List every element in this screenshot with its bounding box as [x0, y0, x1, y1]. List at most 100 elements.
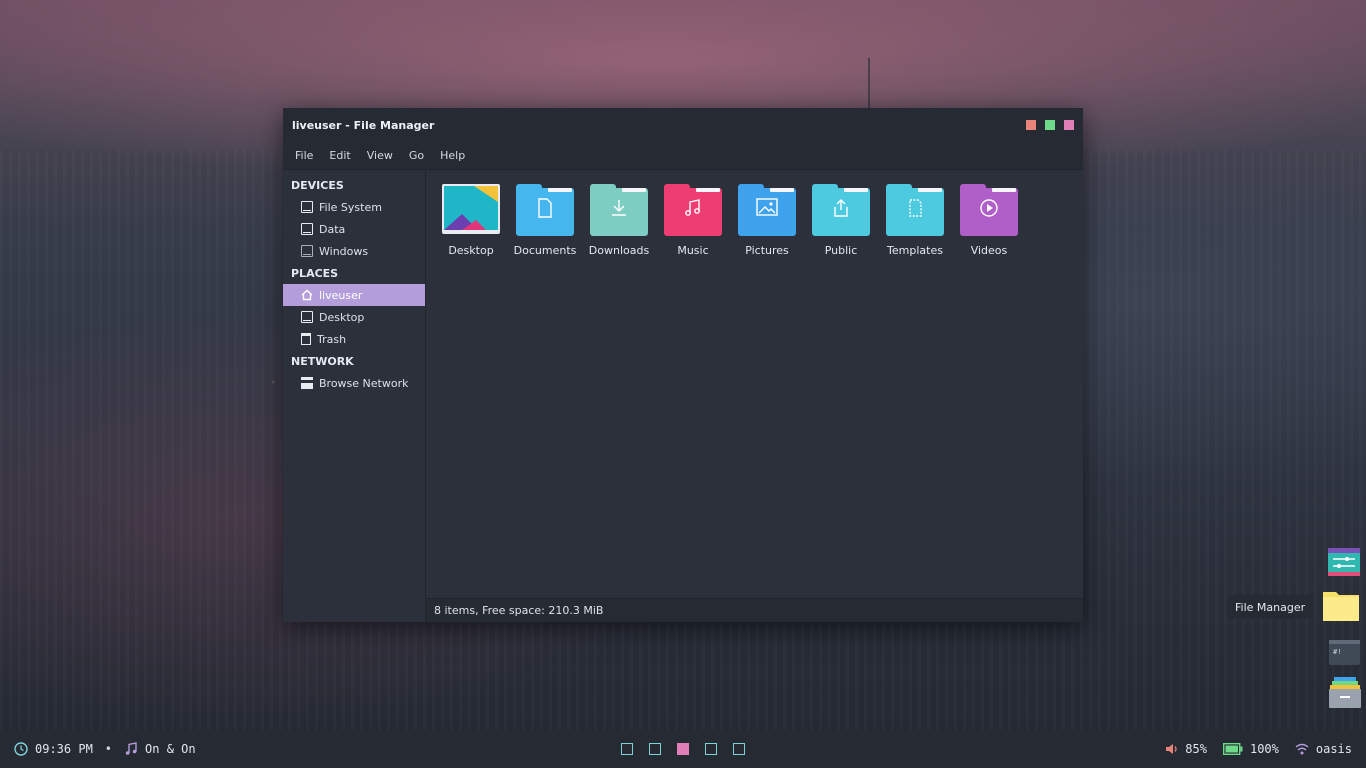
- close-button[interactable]: [1064, 120, 1074, 130]
- music-icon: [124, 742, 138, 756]
- workspace-4[interactable]: [705, 743, 717, 755]
- folder-icon: [886, 184, 944, 236]
- folder-videos[interactable]: Videos: [952, 184, 1026, 257]
- sidebar-item-label: liveuser: [319, 288, 363, 302]
- folder-icon: [812, 184, 870, 236]
- terminal-dock-icon[interactable]: #!: [1328, 638, 1362, 672]
- status-text: 8 items, Free space: 210.3 MiB: [434, 604, 604, 617]
- sidebar-item-label: Browse Network: [319, 376, 409, 390]
- folder-label: Downloads: [588, 244, 650, 257]
- settings-dock-icon[interactable]: [1327, 546, 1361, 580]
- file-manager-window: liveuser - File Manager File Edit View G…: [283, 108, 1083, 622]
- folder-icon: [664, 184, 722, 236]
- window-title: liveuser - File Manager: [292, 118, 435, 132]
- folder-music[interactable]: Music: [656, 184, 730, 257]
- svg-text:#!: #!: [1333, 648, 1341, 656]
- maximize-button[interactable]: [1045, 120, 1055, 130]
- folder-grid: Desktop Documents Downloads Music Pictur…: [434, 184, 1026, 257]
- sidebar-item-browse-network[interactable]: Browse Network: [283, 372, 425, 394]
- folder-label: Templates: [887, 244, 943, 257]
- folder-downloads[interactable]: Downloads: [582, 184, 656, 257]
- file-manager-dock-icon[interactable]: [1322, 588, 1360, 622]
- folder-paper: [548, 188, 572, 192]
- volume-level: 85%: [1185, 742, 1207, 756]
- folder-documents[interactable]: Documents: [508, 184, 582, 257]
- folder-icon: [516, 184, 574, 236]
- wifi-icon[interactable]: [1295, 742, 1309, 756]
- sidebar-item-liveuser[interactable]: liveuser: [283, 284, 425, 306]
- sidebar-section-devices: DEVICES: [291, 179, 344, 192]
- folder-paper: [844, 188, 868, 192]
- titlebar[interactable]: liveuser - File Manager: [283, 108, 1083, 142]
- workspace-2[interactable]: [649, 743, 661, 755]
- folder-paper: [918, 188, 942, 192]
- menubar: File Edit View Go Help: [283, 142, 1083, 170]
- workspace-5[interactable]: [733, 743, 745, 755]
- drive-icon: [301, 223, 313, 235]
- folder-templates[interactable]: Templates: [878, 184, 952, 257]
- folder-paper: [770, 188, 794, 192]
- sidebar-item-trash[interactable]: Trash: [283, 328, 425, 350]
- sidebar-section-network: NETWORK: [291, 355, 354, 368]
- drive-icon: [301, 245, 313, 257]
- taskbar-left: 09:36 PM • On & On: [14, 742, 196, 756]
- taskbar-right: 85% 100% oasis: [1165, 742, 1352, 756]
- sidebar: DEVICES File System Data Windows PLACES …: [283, 170, 426, 622]
- clock-icon: [14, 742, 28, 756]
- play-icon: [960, 198, 1018, 223]
- volume-icon[interactable]: [1165, 742, 1179, 756]
- folder-label: Music: [677, 244, 709, 257]
- sidebar-item-file-system[interactable]: File System: [283, 196, 425, 218]
- folder-label: Documents: [513, 244, 577, 257]
- battery-level: 100%: [1249, 742, 1279, 756]
- now-playing[interactable]: On & On: [145, 742, 196, 756]
- network-name: oasis: [1315, 742, 1352, 756]
- sidebar-section-places: PLACES: [291, 267, 339, 280]
- document-icon: [516, 198, 574, 223]
- sidebar-item-label: Trash: [317, 332, 347, 346]
- desktop-icon: [301, 311, 313, 323]
- music-note-icon: [664, 198, 722, 223]
- sidebar-item-label: Windows: [319, 244, 369, 258]
- sidebar-item-data[interactable]: Data: [283, 218, 425, 240]
- folder-icon: [960, 184, 1018, 236]
- sidebar-item-desktop[interactable]: Desktop: [283, 306, 425, 328]
- folder-paper: [696, 188, 720, 192]
- home-icon: [301, 289, 313, 301]
- folder-label: Pictures: [745, 244, 789, 257]
- folder-icon: [738, 184, 796, 236]
- sidebar-item-windows[interactable]: Windows: [283, 240, 425, 262]
- file-view[interactable]: Desktop Documents Downloads Music Pictur…: [426, 170, 1083, 622]
- workspace-1[interactable]: [621, 743, 633, 755]
- menu-file[interactable]: File: [287, 149, 321, 162]
- menu-help[interactable]: Help: [432, 149, 473, 162]
- folder-desktop[interactable]: Desktop: [434, 184, 508, 257]
- network-icon: [301, 377, 313, 389]
- folder-label: Desktop: [448, 244, 494, 257]
- folder-label: Public: [824, 244, 858, 257]
- drive-icon: [301, 201, 313, 213]
- sidebar-item-label: File System: [319, 200, 382, 214]
- minimize-button[interactable]: [1026, 120, 1036, 130]
- status-bar: 8 items, Free space: 210.3 MiB: [426, 598, 1083, 622]
- menu-go[interactable]: Go: [401, 149, 432, 162]
- workspace-3[interactable]: [677, 743, 689, 755]
- sidebar-item-label: Data: [319, 222, 346, 236]
- folder-public[interactable]: Public: [804, 184, 878, 257]
- desktop-wallpaper-icon: [442, 184, 500, 236]
- template-icon: [886, 198, 944, 223]
- archive-dock-icon[interactable]: [1328, 676, 1362, 710]
- dock-tooltip: File Manager: [1227, 595, 1314, 619]
- battery-icon: [1222, 742, 1243, 756]
- folder-pictures[interactable]: Pictures: [730, 184, 804, 257]
- folder-icon: [590, 184, 648, 236]
- workspace-switcher: [621, 743, 745, 755]
- sidebar-item-label: Desktop: [319, 310, 365, 324]
- trash-icon: [301, 333, 311, 345]
- download-icon: [590, 198, 648, 223]
- menu-edit[interactable]: Edit: [321, 149, 358, 162]
- content-area: DEVICES File System Data Windows PLACES …: [283, 170, 1083, 622]
- menu-view[interactable]: View: [359, 149, 401, 162]
- clock-time[interactable]: 09:36 PM: [35, 742, 93, 756]
- folder-paper: [622, 188, 646, 192]
